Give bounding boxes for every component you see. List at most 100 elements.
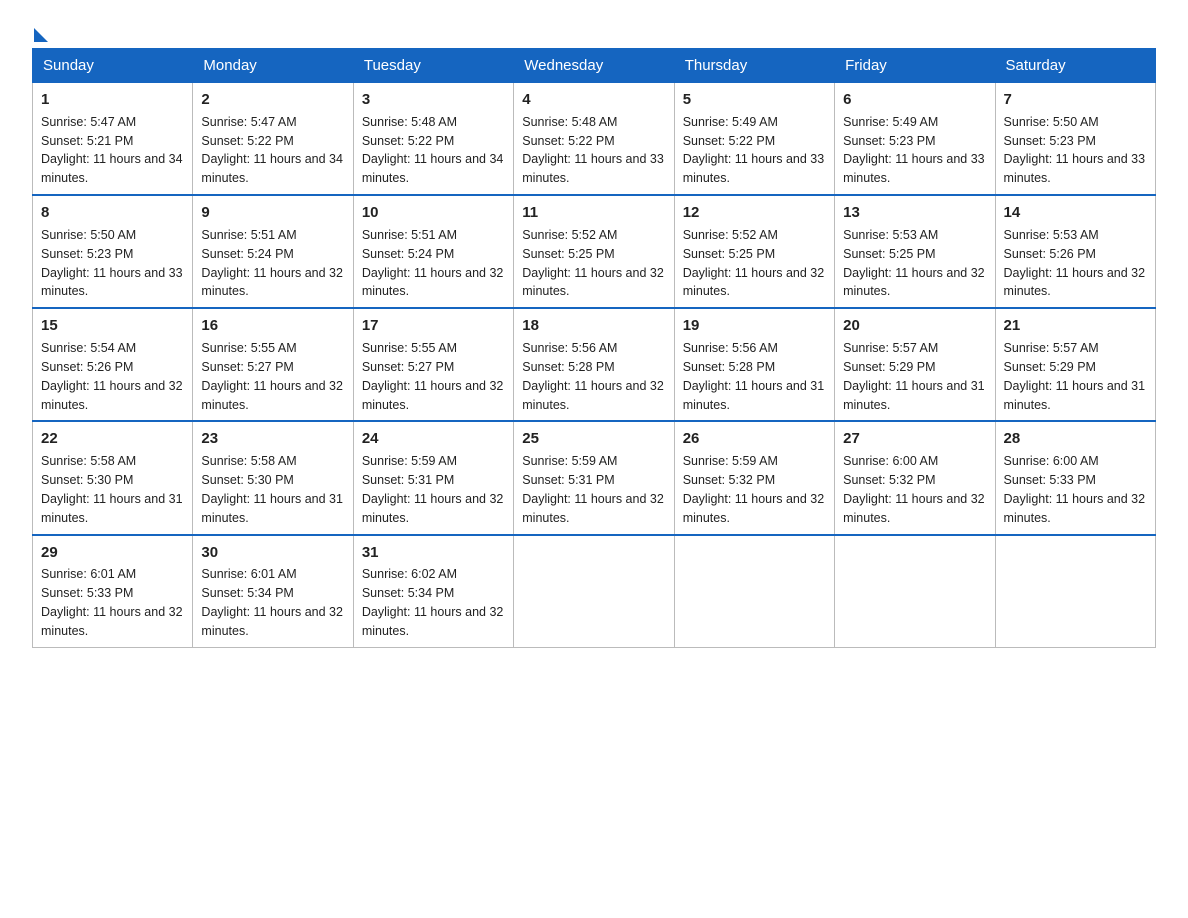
day-number: 23 bbox=[201, 428, 344, 450]
day-sunset: Sunset: 5:27 PM bbox=[362, 360, 454, 374]
day-daylight: Daylight: 11 hours and 31 minutes. bbox=[201, 492, 343, 525]
day-number: 5 bbox=[683, 89, 826, 111]
day-sunrise: Sunrise: 5:50 AM bbox=[41, 228, 136, 242]
calendar-week-row: 1Sunrise: 5:47 AMSunset: 5:21 PMDaylight… bbox=[33, 83, 1156, 196]
day-daylight: Daylight: 11 hours and 33 minutes. bbox=[41, 266, 183, 299]
day-number: 2 bbox=[201, 89, 344, 111]
calendar-cell: 4Sunrise: 5:48 AMSunset: 5:22 PMDaylight… bbox=[514, 83, 674, 196]
day-number: 18 bbox=[522, 315, 665, 337]
day-sunrise: Sunrise: 5:51 AM bbox=[201, 228, 296, 242]
calendar-cell: 29Sunrise: 6:01 AMSunset: 5:33 PMDayligh… bbox=[33, 535, 193, 648]
day-daylight: Daylight: 11 hours and 32 minutes. bbox=[362, 266, 504, 299]
calendar-cell: 30Sunrise: 6:01 AMSunset: 5:34 PMDayligh… bbox=[193, 535, 353, 648]
day-daylight: Daylight: 11 hours and 33 minutes. bbox=[1004, 152, 1146, 185]
day-sunrise: Sunrise: 5:55 AM bbox=[362, 341, 457, 355]
day-daylight: Daylight: 11 hours and 34 minutes. bbox=[362, 152, 504, 185]
day-daylight: Daylight: 11 hours and 33 minutes. bbox=[683, 152, 825, 185]
day-number: 1 bbox=[41, 89, 184, 111]
day-sunrise: Sunrise: 5:59 AM bbox=[362, 454, 457, 468]
day-daylight: Daylight: 11 hours and 32 minutes. bbox=[362, 605, 504, 638]
calendar-week-row: 8Sunrise: 5:50 AMSunset: 5:23 PMDaylight… bbox=[33, 195, 1156, 308]
calendar-cell: 5 Sunrise: 5:49 AM Sunset: 5:22 PM Daylight… bbox=[674, 83, 834, 196]
day-daylight: Daylight: 11 hours and 32 minutes. bbox=[201, 266, 343, 299]
calendar-cell: 19Sunrise: 5:56 AMSunset: 5:28 PMDayligh… bbox=[674, 308, 834, 421]
calendar-cell: 27Sunrise: 6:00 AMSunset: 5:32 PMDayligh… bbox=[835, 421, 995, 534]
day-number: 20 bbox=[843, 315, 986, 337]
day-daylight: Daylight: 11 hours and 32 minutes. bbox=[843, 492, 985, 525]
day-daylight: Daylight: 11 hours and 32 minutes. bbox=[683, 266, 825, 299]
calendar-cell: 21Sunrise: 5:57 AMSunset: 5:29 PMDayligh… bbox=[995, 308, 1155, 421]
day-daylight: Daylight: 11 hours and 32 minutes. bbox=[362, 379, 504, 412]
calendar-cell: 23Sunrise: 5:58 AMSunset: 5:30 PMDayligh… bbox=[193, 421, 353, 534]
col-header-wednesday: Wednesday bbox=[514, 49, 674, 83]
day-daylight: Daylight: 11 hours and 32 minutes. bbox=[362, 492, 504, 525]
day-sunset: Sunset: 5:31 PM bbox=[362, 473, 454, 487]
day-daylight: Daylight: 11 hours and 33 minutes. bbox=[843, 152, 985, 185]
logo bbox=[32, 24, 48, 38]
day-daylight: Daylight: 11 hours and 32 minutes. bbox=[41, 379, 183, 412]
calendar-cell: 8Sunrise: 5:50 AMSunset: 5:23 PMDaylight… bbox=[33, 195, 193, 308]
day-sunset: Sunset: 5:34 PM bbox=[201, 586, 293, 600]
day-sunrise: Sunrise: 5:58 AM bbox=[41, 454, 136, 468]
day-sunrise: Sunrise: 5:47 AM bbox=[201, 115, 296, 129]
day-sunrise: Sunrise: 5:57 AM bbox=[1004, 341, 1099, 355]
calendar-cell: 28Sunrise: 6:00 AMSunset: 5:33 PMDayligh… bbox=[995, 421, 1155, 534]
day-sunrise: Sunrise: 5:49 AM bbox=[683, 115, 778, 129]
day-sunrise: Sunrise: 5:56 AM bbox=[683, 341, 778, 355]
day-sunrise: Sunrise: 6:02 AM bbox=[362, 567, 457, 581]
calendar-cell: 3 Sunrise: 5:48 AM Sunset: 5:22 PM Daylight… bbox=[353, 83, 513, 196]
day-sunset: Sunset: 5:29 PM bbox=[843, 360, 935, 374]
day-sunset: Sunset: 5:30 PM bbox=[201, 473, 293, 487]
calendar-cell: 1Sunrise: 5:47 AMSunset: 5:21 PMDaylight… bbox=[33, 83, 193, 196]
calendar-cell: 14Sunrise: 5:53 AMSunset: 5:26 PMDayligh… bbox=[995, 195, 1155, 308]
day-number: 12 bbox=[683, 202, 826, 224]
day-number: 15 bbox=[41, 315, 184, 337]
day-number: 8 bbox=[41, 202, 184, 224]
day-sunrise: Sunrise: 6:01 AM bbox=[41, 567, 136, 581]
day-sunset: Sunset: 5:31 PM bbox=[522, 473, 614, 487]
day-number: 17 bbox=[362, 315, 505, 337]
day-sunset: Sunset: 5:27 PM bbox=[201, 360, 293, 374]
logo-arrow-icon bbox=[34, 28, 48, 42]
day-number: 25 bbox=[522, 428, 665, 450]
day-number: 13 bbox=[843, 202, 986, 224]
calendar-week-row: 22Sunrise: 5:58 AMSunset: 5:30 PMDayligh… bbox=[33, 421, 1156, 534]
day-daylight: Daylight: 11 hours and 34 minutes. bbox=[201, 152, 343, 185]
day-sunset: Sunset: 5:22 PM bbox=[683, 134, 775, 148]
calendar-cell: 24Sunrise: 5:59 AMSunset: 5:31 PMDayligh… bbox=[353, 421, 513, 534]
day-sunset: Sunset: 5:23 PM bbox=[843, 134, 935, 148]
day-sunrise: Sunrise: 5:59 AM bbox=[522, 454, 617, 468]
day-daylight: Daylight: 11 hours and 31 minutes. bbox=[41, 492, 183, 525]
calendar-cell bbox=[514, 535, 674, 648]
day-sunrise: Sunrise: 5:54 AM bbox=[41, 341, 136, 355]
day-daylight: Daylight: 11 hours and 33 minutes. bbox=[522, 152, 664, 185]
calendar-cell: 20Sunrise: 5:57 AMSunset: 5:29 PMDayligh… bbox=[835, 308, 995, 421]
day-sunset: Sunset: 5:33 PM bbox=[41, 586, 133, 600]
day-sunrise: Sunrise: 5:48 AM bbox=[362, 115, 457, 129]
day-sunset: Sunset: 5:22 PM bbox=[362, 134, 454, 148]
day-sunrise: Sunrise: 5:48 AM bbox=[522, 115, 617, 129]
day-sunrise: Sunrise: 5:49 AM bbox=[843, 115, 938, 129]
day-number: 11 bbox=[522, 202, 665, 224]
col-header-monday: Monday bbox=[193, 49, 353, 83]
day-daylight: Daylight: 11 hours and 32 minutes. bbox=[522, 379, 664, 412]
calendar-cell: 26Sunrise: 5:59 AMSunset: 5:32 PMDayligh… bbox=[674, 421, 834, 534]
day-number: 9 bbox=[201, 202, 344, 224]
day-number: 7 bbox=[1004, 89, 1147, 111]
calendar-cell: 25Sunrise: 5:59 AMSunset: 5:31 PMDayligh… bbox=[514, 421, 674, 534]
day-sunrise: Sunrise: 5:50 AM bbox=[1004, 115, 1099, 129]
col-header-sunday: Sunday bbox=[33, 49, 193, 83]
day-sunset: Sunset: 5:32 PM bbox=[683, 473, 775, 487]
calendar-table: SundayMondayTuesdayWednesdayThursdayFrid… bbox=[32, 48, 1156, 648]
day-sunrise: Sunrise: 5:56 AM bbox=[522, 341, 617, 355]
page-header bbox=[32, 24, 1156, 38]
day-sunset: Sunset: 5:22 PM bbox=[522, 134, 614, 148]
day-sunrise: Sunrise: 6:00 AM bbox=[1004, 454, 1099, 468]
day-number: 21 bbox=[1004, 315, 1147, 337]
day-sunset: Sunset: 5:30 PM bbox=[41, 473, 133, 487]
day-number: 3 bbox=[362, 89, 505, 111]
calendar-cell: 10Sunrise: 5:51 AMSunset: 5:24 PMDayligh… bbox=[353, 195, 513, 308]
day-number: 30 bbox=[201, 542, 344, 564]
day-sunset: Sunset: 5:26 PM bbox=[41, 360, 133, 374]
day-daylight: Daylight: 11 hours and 32 minutes. bbox=[683, 492, 825, 525]
